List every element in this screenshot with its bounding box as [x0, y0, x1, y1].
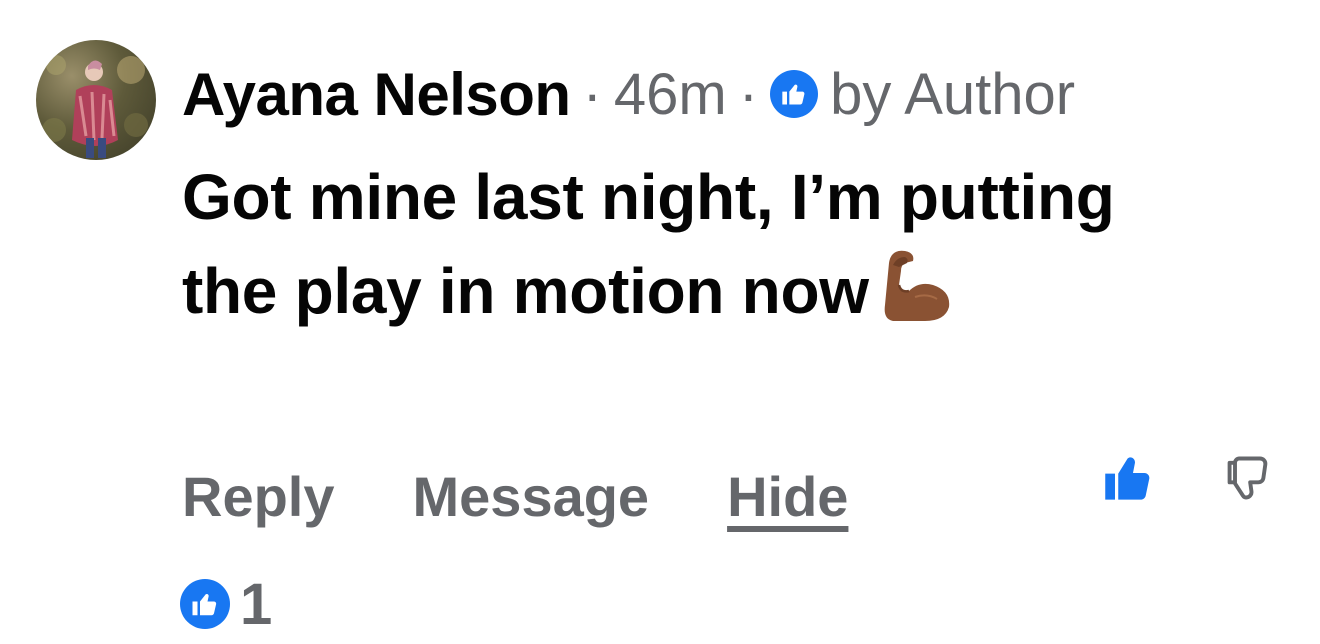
comment-header: Ayana Nelson · 46m · by Author	[182, 58, 1075, 130]
separator-dot: ·	[582, 61, 602, 127]
comment-text-content: Got mine last night, I’m putting the pla…	[182, 161, 1115, 327]
comment-text: Got mine last night, I’m putting the pla…	[182, 150, 1182, 350]
like-count: 1	[240, 571, 273, 637]
comment-actions: Reply Message Hide	[182, 456, 848, 536]
flexed-biceps-icon	[875, 245, 955, 350]
thumbs-up-icon[interactable]	[1102, 452, 1154, 504]
liked-by-label: by Author	[830, 61, 1076, 127]
separator-dot: ·	[738, 61, 759, 127]
avatar[interactable]	[36, 40, 156, 160]
reply-button[interactable]: Reply	[182, 464, 335, 529]
reaction-summary[interactable]: 1	[180, 572, 272, 637]
thumbs-down-icon[interactable]	[1222, 452, 1274, 504]
message-button[interactable]: Message	[413, 464, 650, 529]
timestamp[interactable]: 46m	[614, 61, 727, 128]
thumbs-up-icon	[770, 70, 819, 118]
thumbs-up-icon	[180, 579, 230, 629]
liked-by-author-badge: by Author	[770, 61, 1075, 128]
author-name[interactable]: Ayana Nelson	[182, 60, 571, 129]
hide-button[interactable]: Hide	[727, 464, 848, 529]
